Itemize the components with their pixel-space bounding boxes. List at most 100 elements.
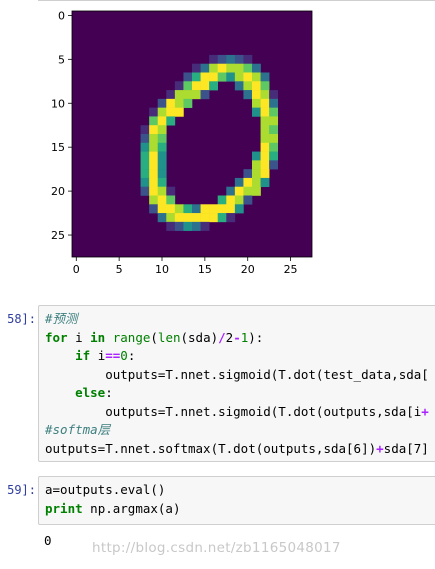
image-pixel [157,186,167,196]
image-pixel [252,98,261,108]
image-pixel [209,54,219,65]
image-pixel [260,116,270,126]
image-pixel [209,204,219,214]
image-pixel [226,72,236,82]
image-pixel [157,160,167,170]
code-token: i [90,348,106,363]
image-pixel [260,177,270,188]
image-pixel [157,177,167,188]
image-pixel [157,116,167,126]
image-pixel [140,134,150,144]
image-pixel [234,72,244,82]
image-pixel [269,90,279,100]
image-pixel [192,63,201,73]
image-pixel [200,90,210,100]
code-token: ( [150,329,158,345]
x-tick-label: 10 [155,263,169,276]
code-token: range [112,329,151,345]
image-pixel [157,125,167,135]
code-cell-predict[interactable]: #预测 for i in range(len(sda)/2-1): if i==0… [38,305,435,462]
image-pixel [192,221,201,231]
image-pixel [183,204,193,214]
image-pixel [226,195,236,205]
image-pixel [252,90,261,100]
x-tick-label: 20 [241,263,255,276]
image-pixel [149,151,159,161]
image-pixel [192,90,201,100]
image-pixel [217,213,227,223]
image-pixel [157,204,167,214]
code-token: ): [248,329,264,345]
image-pixel [183,213,193,223]
image-pixel [149,134,159,144]
code-token: if [75,348,91,363]
code-token: outputs=T.nnet.softmax(T.dot(outputs,sda… [45,440,377,456]
code-token: sda[7] [383,440,429,456]
image-pixel [217,195,227,205]
code-token: + [421,403,429,419]
image-pixel [243,54,253,65]
y-tick-label: 20 [51,185,65,198]
image-pixel [252,72,261,82]
image-pixel [269,125,279,135]
image-pixel [243,72,253,82]
image-pixel [166,98,176,108]
image-pixel [149,116,159,126]
image-pixel [234,195,244,205]
image-pixel [149,204,159,214]
image-pixel [166,204,176,214]
image-pixel [174,221,184,231]
image-pixel [209,213,219,223]
y-tick-label: 5 [58,53,65,66]
image-pixel [157,142,167,152]
image-pixel [174,213,184,223]
code-token: outputs=T.nnet.sigmoid(T.dot(test_data,s… [45,366,429,382]
code-token: i [67,329,91,345]
image-pixel [243,169,253,179]
code-token: #softma层 [45,422,111,437]
image-pixel [252,151,261,161]
image-pixel [260,142,270,152]
image-pixel [217,204,227,214]
image-pixel [183,81,193,91]
image-pixel [260,107,270,117]
image-pixel [166,186,176,196]
x-tick-label: 5 [116,263,123,276]
image-pixel [252,169,261,179]
code-line: outputs=T.nnet.softmax(T.dot(outputs,sda… [45,440,429,458]
image-pixel [174,107,184,117]
image-pixel [200,204,210,214]
image-pixel [174,90,184,100]
code-line: #预测 [45,310,78,328]
code-token: - [233,329,241,345]
image-pixel [140,142,150,152]
image-pixel [260,125,270,135]
cell-output: 0 [44,533,52,548]
image-pixel [157,134,167,144]
code-token: 0 [120,348,128,363]
image-pixel [269,98,279,108]
image-pixel [269,116,279,126]
image-pixel [217,54,227,65]
y-tick-label: 10 [51,97,65,110]
code-token: == [105,348,121,363]
image-pixel [140,186,150,196]
image-pixel [149,169,159,179]
image-pixel [192,204,201,214]
image-pixel [174,204,184,214]
image-pixel [166,213,176,223]
image-pixel [234,63,244,73]
image-pixel [226,63,236,73]
image-pixel [243,186,253,196]
code-line: else: [45,384,113,402]
watermark: http://blog.csdn.net/zb1165048017 [92,540,341,556]
code-cell-argmax[interactable]: a=outputs.eval() print np.argmax(a) [38,476,435,525]
code-token: / [218,329,226,345]
image-pixel [183,98,193,108]
cell-59-prompt: 59]: [7,483,36,497]
image-pixel [149,177,159,188]
code-token: else [75,385,106,400]
x-tick-label: 25 [284,263,298,276]
